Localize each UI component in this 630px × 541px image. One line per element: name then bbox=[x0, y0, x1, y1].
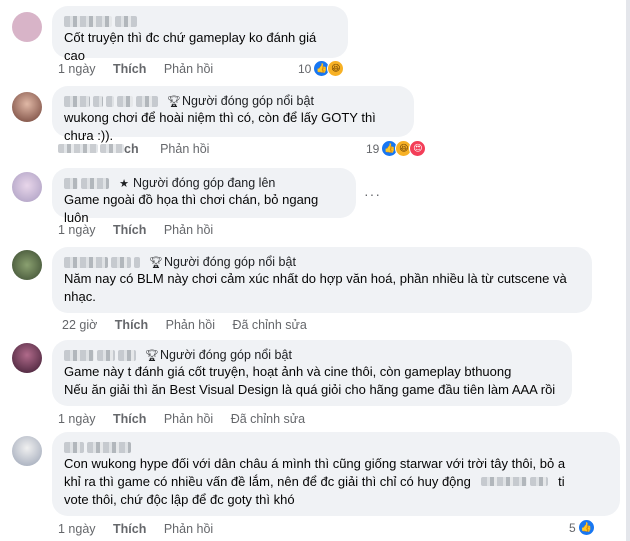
comment-bubble: 🏆︎Người đóng góp nổi bật Game này t đánh… bbox=[52, 340, 572, 406]
reaction-summary[interactable]: 10 👍 😆 bbox=[298, 60, 345, 77]
timestamp[interactable]: 1 ngày bbox=[58, 412, 96, 426]
haha-icon: 😆 bbox=[327, 60, 345, 77]
comment-text: Con wukong hype đối với dân châu á mình … bbox=[64, 456, 566, 471]
author-row[interactable]: ★ Người đóng góp đang lên bbox=[64, 175, 344, 191]
love-icon: 😍 bbox=[409, 140, 427, 157]
timestamp[interactable]: 1 ngày bbox=[58, 62, 96, 76]
reply-button[interactable]: Phản hồi bbox=[164, 223, 213, 237]
reaction-count: 19 bbox=[366, 141, 380, 156]
comment-text: Cốt truyện thì đc chứ gameplay ko đánh g… bbox=[64, 30, 317, 63]
like-button[interactable]: Thích bbox=[113, 522, 146, 536]
like-button[interactable]: ch bbox=[124, 142, 139, 156]
author-row[interactable] bbox=[64, 13, 336, 29]
comment-text-trail: ti bbox=[558, 474, 565, 489]
author-row[interactable]: 🏆︎Người đóng góp nổi bật bbox=[64, 254, 580, 270]
like-button[interactable]: Thích bbox=[113, 412, 146, 426]
comment-bubble: Con wukong hype đối với dân châu á mình … bbox=[52, 432, 620, 516]
comment-actions: 1 ngày Thích Phản hồi bbox=[58, 522, 227, 536]
timestamp[interactable]: 1 ngày bbox=[58, 223, 96, 237]
like-button[interactable]: Thích bbox=[115, 318, 148, 332]
comment-text: wukong chơi để hoài niệm thì có, còn để … bbox=[64, 110, 376, 143]
contributor-badge: 🏆︎Người đóng góp nổi bật bbox=[145, 347, 292, 362]
author-row[interactable]: 🏆︎Người đóng góp nổi bật bbox=[64, 93, 402, 109]
blurred-like bbox=[100, 144, 124, 153]
author-row[interactable] bbox=[64, 439, 608, 455]
scrollbar[interactable] bbox=[626, 0, 630, 541]
comment-actions: 22 giờ Thích Phản hồi Đã chỉnh sửa bbox=[62, 318, 321, 332]
contributor-badge: 🏆︎Người đóng góp nổi bật bbox=[149, 254, 296, 269]
comment-actions: 1 ngày Thích Phản hồi bbox=[58, 223, 227, 237]
reply-button[interactable]: Phản hồi bbox=[164, 522, 213, 536]
reply-button[interactable]: Phản hồi bbox=[166, 318, 215, 332]
contributor-badge: 🏆︎Người đóng góp nổi bật bbox=[167, 93, 314, 108]
avatar[interactable] bbox=[12, 343, 42, 373]
contributor-badge: ★ Người đóng góp đang lên bbox=[119, 175, 276, 190]
comment-text-line: Nếu ăn giải thì ăn Best Visual Design là… bbox=[64, 382, 556, 397]
comment-bubble: Cốt truyện thì đc chứ gameplay ko đánh g… bbox=[52, 6, 348, 63]
reaction-summary[interactable]: 5 👍 bbox=[569, 519, 595, 536]
comment-text-segment: khỉ ra thì game có nhiều vấn đề lắm, nên… bbox=[64, 474, 471, 489]
comment-text-line: vote thôi, chứ độc lập để đc goty thì kh… bbox=[64, 492, 295, 507]
comment-text: Năm nay có BLM này chơi cảm xúc nhất do … bbox=[64, 271, 567, 286]
edited-label[interactable]: Đã chỉnh sửa bbox=[232, 318, 306, 332]
reaction-summary[interactable]: 19 👍 😆 😍 bbox=[366, 140, 427, 157]
comment-text-line: khỉ ra thì game có nhiều vấn đề lắm, nên… bbox=[64, 473, 608, 491]
like-button[interactable]: Thích bbox=[113, 223, 146, 237]
comment-actions: 1 ngày Thích Phản hồi bbox=[58, 62, 227, 76]
avatar[interactable] bbox=[12, 436, 42, 466]
avatar[interactable] bbox=[12, 92, 42, 122]
star-icon: ★ bbox=[119, 177, 129, 190]
avatar[interactable] bbox=[12, 250, 42, 280]
comment-actions: 1 ngày Thích Phản hồi Đã chỉnh sửa bbox=[58, 412, 319, 426]
edited-label[interactable]: Đã chỉnh sửa bbox=[231, 412, 305, 426]
timestamp[interactable]: 1 ngày bbox=[58, 522, 96, 536]
more-options-icon[interactable]: ··· bbox=[364, 186, 381, 202]
comment-bubble: 🏆︎Người đóng góp nổi bật Năm nay có BLM … bbox=[52, 247, 592, 313]
comment-text: Game ngoài đồ họa thì chơi chán, bỏ ngan… bbox=[64, 192, 319, 225]
blurred-text bbox=[480, 477, 527, 486]
trophy-icon: 🏆︎ bbox=[149, 256, 163, 269]
comment-bubble: ★ Người đóng góp đang lên Game ngoài đồ h… bbox=[52, 168, 356, 225]
reply-button[interactable]: Phản hồi bbox=[160, 142, 209, 156]
avatar[interactable] bbox=[12, 12, 42, 42]
like-icon: 👍 bbox=[577, 519, 595, 536]
comment-text-line: nhạc. bbox=[64, 289, 96, 304]
avatar[interactable] bbox=[12, 172, 42, 202]
comment-bubble: 🏆︎Người đóng góp nổi bật wukong chơi để … bbox=[52, 86, 414, 143]
reaction-count: 10 bbox=[298, 61, 312, 76]
trophy-icon: 🏆︎ bbox=[145, 349, 159, 362]
reaction-count: 5 bbox=[569, 520, 576, 535]
author-row[interactable]: 🏆︎Người đóng góp nổi bật bbox=[64, 347, 560, 363]
comment-text: Game này t đánh giá cốt truyện, hoạt ảnh… bbox=[64, 364, 512, 379]
comment-actions: ch Phản hồi bbox=[58, 142, 223, 156]
like-button[interactable]: Thích bbox=[113, 62, 146, 76]
blurred-text bbox=[529, 477, 548, 486]
timestamp[interactable]: 22 giờ bbox=[62, 318, 97, 332]
blurred-timestamp bbox=[58, 144, 98, 153]
reply-button[interactable]: Phản hồi bbox=[164, 412, 213, 426]
reply-button[interactable]: Phản hồi bbox=[164, 62, 213, 76]
trophy-icon: 🏆︎ bbox=[167, 95, 181, 108]
